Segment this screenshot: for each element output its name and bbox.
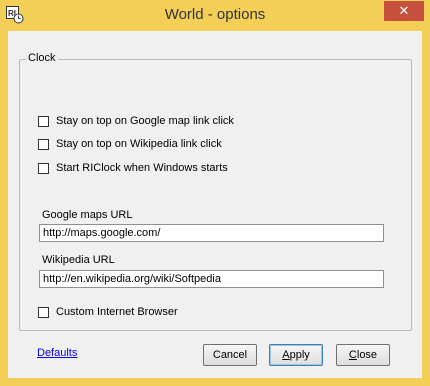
wikipedia-url-label: Wikipedia URL [42, 254, 115, 266]
google-maps-url-label: Google maps URL [42, 209, 133, 221]
stay-on-top-wikipedia-label: Stay on top on Wikipedia link click [56, 138, 222, 150]
apply-label: pply [289, 349, 310, 361]
cancel-button[interactable]: Cancel [203, 344, 257, 366]
start-with-windows-label: Start RIClock when Windows starts [56, 162, 228, 174]
stay-on-top-wikipedia-checkbox[interactable] [38, 138, 49, 150]
options-window: RI World - options ✕ Clock Stay on top o… [0, 0, 430, 386]
close-button[interactable]: Close [336, 344, 390, 366]
close-label: lose [356, 349, 378, 361]
close-window-button[interactable]: ✕ [384, 1, 424, 21]
wikipedia-url-input[interactable] [39, 270, 384, 288]
defaults-link[interactable]: Defaults [37, 347, 77, 359]
google-maps-url-input[interactable] [39, 224, 384, 242]
apply-mnemonic: A [282, 349, 290, 361]
stay-on-top-google-option[interactable]: Stay on top on Google map link click [38, 115, 234, 127]
stay-on-top-google-checkbox[interactable] [38, 115, 49, 127]
custom-browser-label: Custom Internet Browser [56, 306, 178, 318]
stay-on-top-wikipedia-option[interactable]: Stay on top on Wikipedia link click [38, 138, 222, 150]
dialog-body: Clock Stay on top on Google map link cli… [8, 31, 422, 378]
close-icon: ✕ [398, 3, 410, 18]
stay-on-top-google-label: Stay on top on Google map link click [56, 115, 234, 127]
close-mnemonic: C [348, 349, 357, 361]
start-with-windows-checkbox[interactable] [38, 162, 49, 174]
clock-groupbox: Clock Stay on top on Google map link cli… [19, 52, 412, 331]
custom-browser-option[interactable]: Custom Internet Browser [38, 306, 178, 318]
start-with-windows-option[interactable]: Start RIClock when Windows starts [38, 162, 228, 174]
custom-browser-checkbox[interactable] [38, 306, 49, 318]
title-bar[interactable]: RI World - options ✕ [0, 0, 430, 31]
clock-group-label: Clock [26, 52, 58, 64]
apply-button[interactable]: Apply [269, 344, 323, 366]
window-title: World - options [164, 6, 266, 23]
